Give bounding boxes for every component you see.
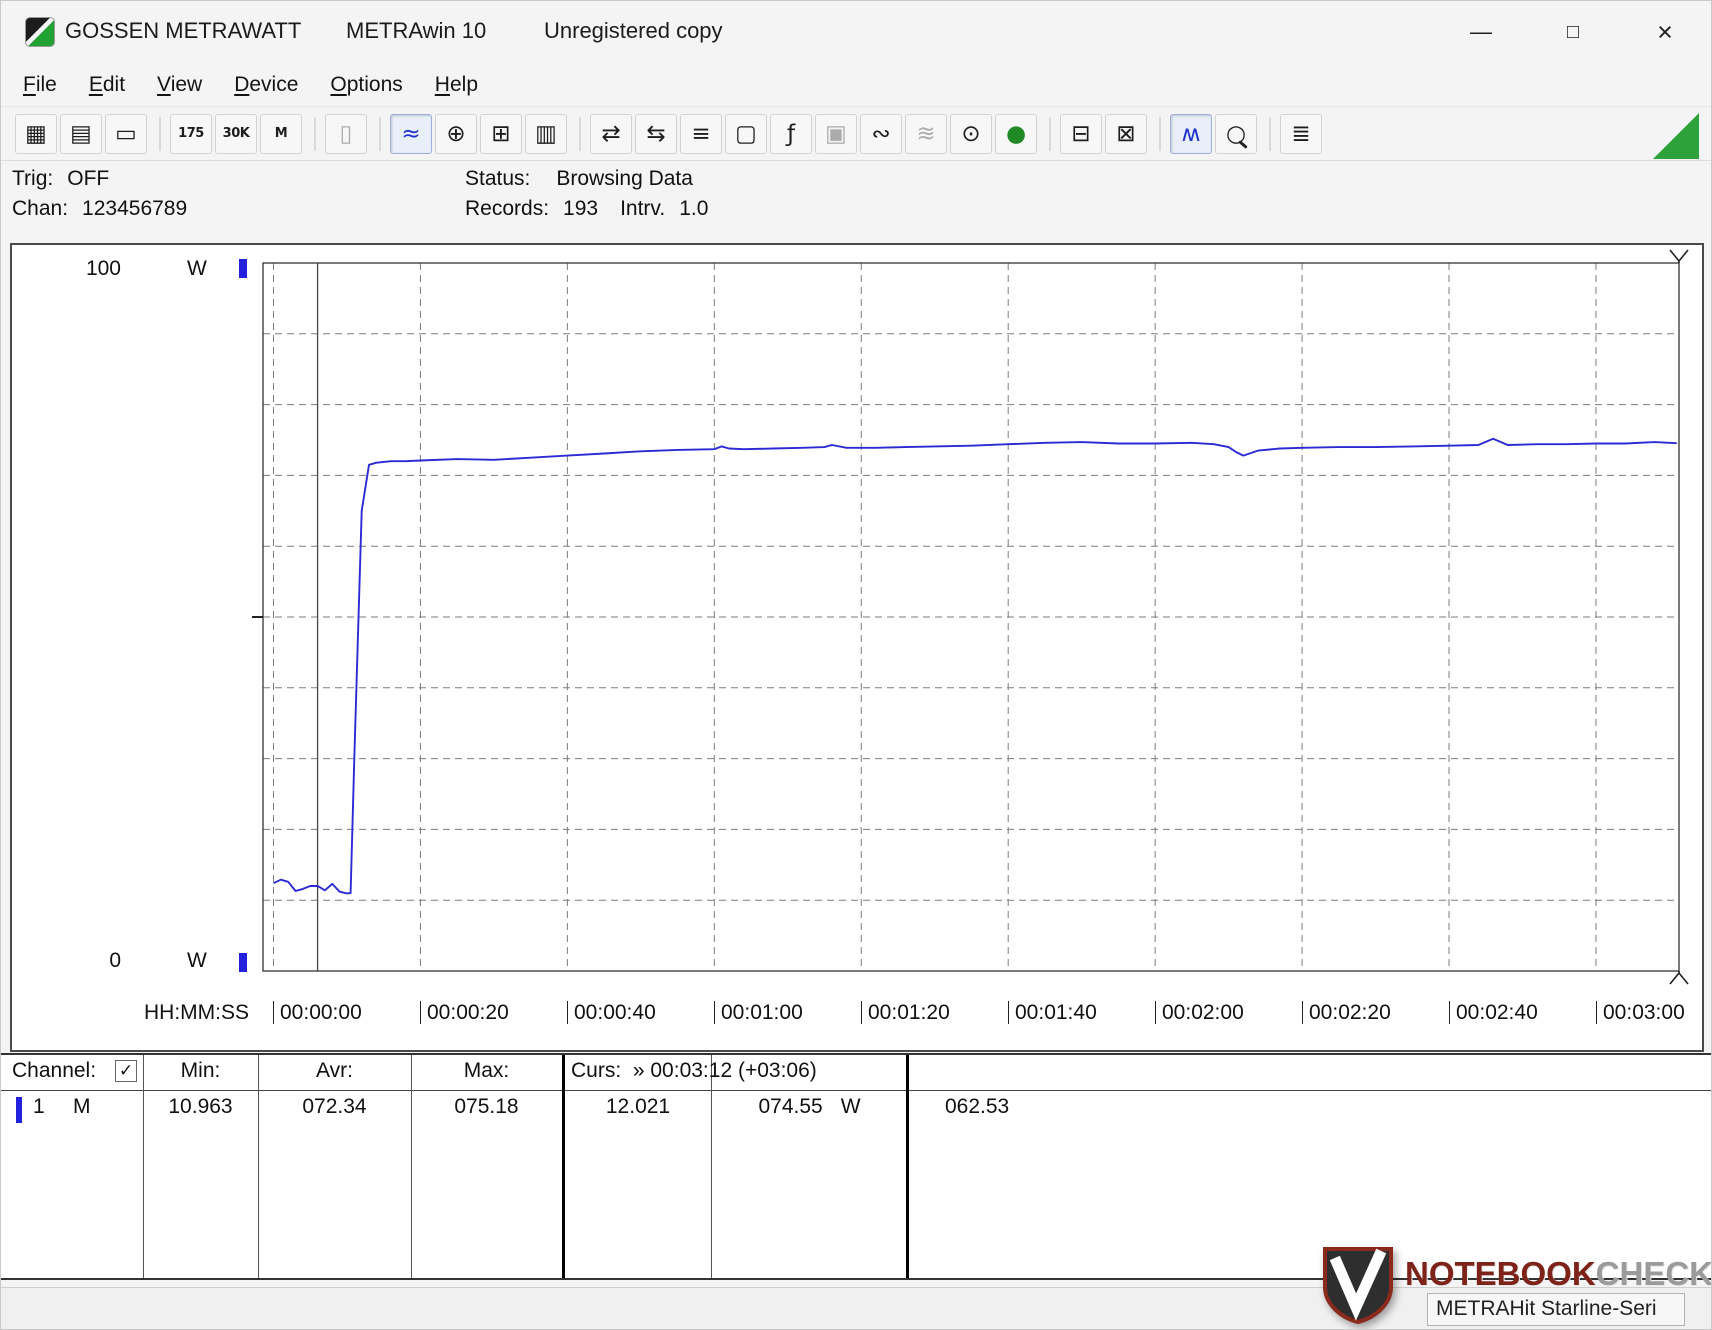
toolbar-separator <box>1049 116 1051 151</box>
device-175-icon[interactable]: 175 <box>170 113 212 154</box>
cursor2-value: 074.55 W <box>758 1095 861 1118</box>
scope-view-icon[interactable]: ⊕ <box>435 113 477 154</box>
delta-value: 062.53 <box>945 1095 1010 1118</box>
menu-file[interactable]: File <box>7 66 73 104</box>
toolbar-separator <box>314 116 316 151</box>
toolbar: ▦ ▤ ▭ 175 30K M ▯ ≈ ⊕ ⊞ ▥ ⇄ ⇆ ≡ ▢ ƒ ▣ ∾ … <box>1 106 1711 161</box>
title-app: METRAwin 10 <box>346 18 487 43</box>
cursor1-value: 12.021 <box>605 1095 671 1118</box>
start-logging-icon[interactable]: ● <box>995 113 1037 154</box>
toolbar-separator <box>379 116 381 151</box>
channel-mode: M <box>73 1095 91 1118</box>
table-column-divider <box>411 1055 412 1278</box>
clock-icon[interactable]: ⊙ <box>950 113 992 154</box>
status-panel: Trig: OFF Chan: 123456789 Status: Browsing … <box>1 161 1711 241</box>
annotation-icon[interactable]: ≣ <box>1280 113 1322 154</box>
toolbar-separator <box>1269 116 1271 151</box>
table-header-cursor: Curs: » 00:03:12 (+03:06) <box>571 1059 817 1082</box>
menu-options[interactable]: Options <box>314 66 418 104</box>
device-name: METRAHit Starline-Seri <box>1427 1293 1685 1326</box>
channel-row-marker <box>16 1097 22 1123</box>
memory-read-icon: ▣ <box>815 113 857 154</box>
toolbar-separator <box>579 116 581 151</box>
waveform-icon: ≋ <box>905 113 947 154</box>
corner-triangle-decoration <box>1653 113 1699 159</box>
menubar: File Edit View Device Options Help <box>1 64 1711 106</box>
records-status: Records: 193 Intrv. 1.0 <box>465 197 709 220</box>
menu-help[interactable]: Help <box>419 66 494 104</box>
avr-value: 072.34 <box>302 1095 367 1118</box>
min-value: 10.963 <box>168 1095 233 1118</box>
minimize-icon[interactable]: — <box>1450 9 1512 55</box>
notebookcheck-shield-icon <box>1323 1247 1393 1325</box>
menu-device[interactable]: Device <box>218 66 314 104</box>
table-header-min: Min: <box>180 1059 221 1082</box>
bargraph-view-icon[interactable]: ▥ <box>525 113 567 154</box>
table-header-avr: Avr: <box>316 1059 353 1082</box>
open-icon[interactable]: ▭ <box>105 113 147 154</box>
device-30k-icon[interactable]: 30K <box>215 113 257 154</box>
zoom-icon[interactable]: ○ <box>1215 113 1257 154</box>
toolbar-separator <box>1159 116 1161 151</box>
notebookcheck-wordmark: NOTEBOOKCHECK <box>1405 1255 1712 1292</box>
channel-settings-icon[interactable]: ≡ <box>680 113 722 154</box>
table-view-icon[interactable]: ⊞ <box>480 113 522 154</box>
table-header-max: Max: <box>463 1059 510 1082</box>
app-icon[interactable] <box>25 17 55 47</box>
titlebar: GOSSEN METRAWATT METRAwin 10 Unregistere… <box>1 1 1711 64</box>
export-icon[interactable]: ⇄ <box>590 113 632 154</box>
maximize-icon[interactable]: □ <box>1542 9 1604 55</box>
table-column-divider <box>906 1055 909 1278</box>
table-column-divider <box>143 1055 144 1278</box>
save-icon[interactable]: ▦ <box>15 113 57 154</box>
max-value: 075.18 <box>454 1095 519 1118</box>
ad-converter-icon[interactable]: ∾ <box>860 113 902 154</box>
metrawin-window: GOSSEN METRAWATT METRAwin 10 Unregistere… <box>0 0 1712 1330</box>
trigger-status: Trig: OFF <box>12 167 110 190</box>
print-setup-icon[interactable]: ⊠ <box>1105 113 1147 154</box>
title-brand: GOSSEN METRAWATT <box>65 18 302 43</box>
device-transfer-icon[interactable]: ⇆ <box>635 113 677 154</box>
menu-edit[interactable]: Edit <box>73 66 141 104</box>
trend-view-icon[interactable]: ≈ <box>390 113 432 154</box>
toolbar-separator <box>159 116 161 151</box>
channel-number: 1 <box>33 1095 45 1118</box>
menu-view[interactable]: View <box>141 66 218 104</box>
close-icon[interactable]: × <box>1634 9 1696 55</box>
channel-status: Chan: 123456789 <box>12 197 188 220</box>
device-m-icon[interactable]: M <box>260 113 302 154</box>
chart-plot-area[interactable] <box>263 263 1679 971</box>
table-column-divider <box>711 1055 712 1278</box>
print-icon[interactable]: ⊟ <box>1060 113 1102 154</box>
memory-card-icon: ▯ <box>325 113 367 154</box>
channel-visible-checkbox[interactable]: ✓ <box>115 1060 137 1082</box>
monitor-icon[interactable]: ▢ <box>725 113 767 154</box>
browse-status: Status: Browsing Data <box>465 167 693 190</box>
table-column-divider <box>258 1055 259 1278</box>
function-icon[interactable]: ƒ <box>770 113 812 154</box>
zoom-curve-icon[interactable]: ʍ <box>1170 113 1212 154</box>
title-license: Unregistered copy <box>544 18 723 43</box>
table-header-channel: Channel: <box>12 1059 97 1082</box>
save-as-icon[interactable]: ▤ <box>60 113 102 154</box>
table-column-divider <box>562 1055 565 1278</box>
